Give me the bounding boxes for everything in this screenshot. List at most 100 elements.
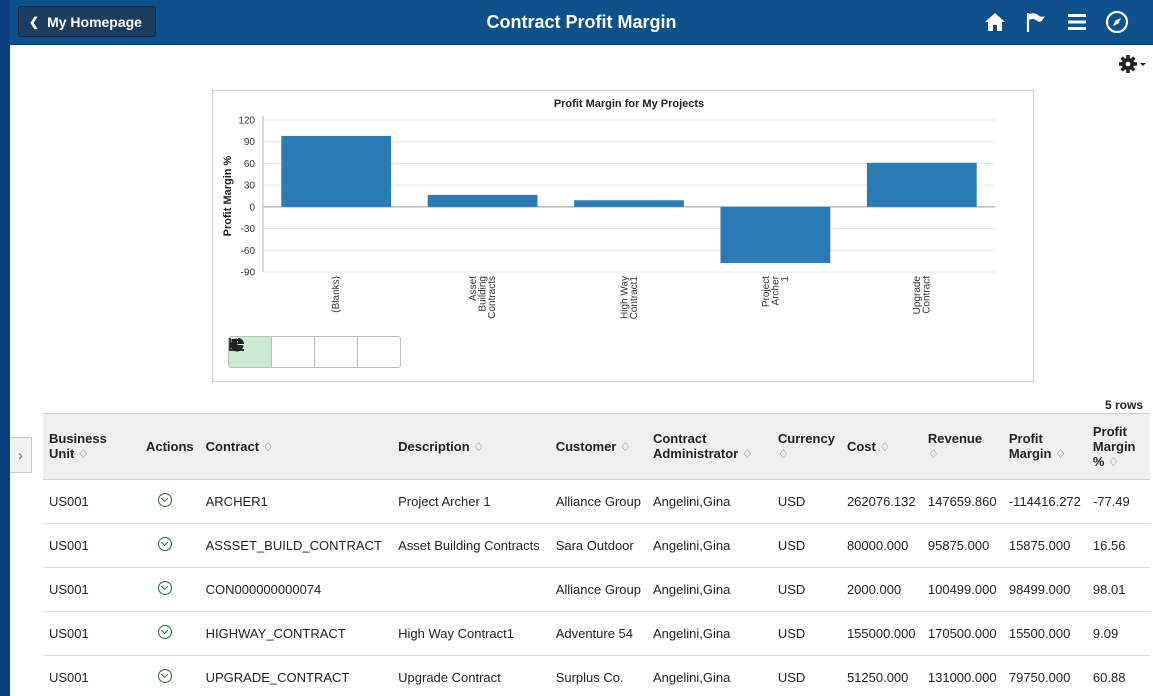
cell-contract[interactable]: CON000000000074 xyxy=(199,567,393,612)
cell-cost: 155000.000 xyxy=(840,611,922,656)
cell-profit-margin: 15875.000 xyxy=(1002,523,1087,568)
col-contract[interactable]: Contract ♢ xyxy=(199,413,393,480)
table-row: US001 ARCHER1 Project Archer 1 Alliance Gro… xyxy=(43,479,1150,524)
cell-profit-margin-pct: 60.88 xyxy=(1086,655,1150,696)
actions-chevron-icon[interactable] xyxy=(157,625,172,639)
x-tick-label: Contract1 xyxy=(629,276,640,320)
y-tick-label: 0 xyxy=(249,202,255,213)
cell-contract[interactable]: ASSSET_BUILD_CONTRACT xyxy=(199,523,393,568)
sort-icon: ♢ xyxy=(879,439,891,454)
col-business-unit[interactable]: Business Unit ♢ xyxy=(43,413,140,480)
pie-chart-icon[interactable] xyxy=(230,337,358,367)
cell-revenue: 100499.000 xyxy=(921,567,1003,612)
cell-contract-admin: Angelini,Gina xyxy=(646,655,772,696)
table-row: US001 UPGRADE_CONTRACT Upgrade Contract Sur… xyxy=(43,655,1150,696)
cell-contract[interactable]: UPGRADE_CONTRACT xyxy=(199,655,393,696)
cell-currency: USD xyxy=(771,655,841,696)
table-row: US001 CON000000000074 Alliance Group Angeli… xyxy=(43,567,1150,612)
sort-icon: ♢ xyxy=(620,439,631,454)
cell-cost: 262076.132 xyxy=(840,479,922,524)
cell-cost: 51250.000 xyxy=(840,655,922,696)
cell-business-unit: US001 xyxy=(43,567,140,612)
bar xyxy=(281,135,392,207)
y-tick-label: 60 xyxy=(244,159,256,170)
x-tick-label: Contract xyxy=(922,276,933,314)
cell-revenue: 95875.000 xyxy=(921,523,1003,568)
menu-icon[interactable] xyxy=(1064,9,1090,35)
my-homepage-button[interactable]: ❮ My Homepage xyxy=(18,6,156,37)
gear-icon[interactable] xyxy=(1118,54,1148,74)
cell-customer: Adventure 54 xyxy=(549,611,647,656)
cell-currency: USD xyxy=(771,523,841,568)
cell-business-unit: US001 xyxy=(43,523,140,568)
my-homepage-label: My Homepage xyxy=(47,13,142,30)
cell-profit-margin: 15500.000 xyxy=(1002,611,1087,656)
cell-currency: USD xyxy=(771,611,841,656)
table-row: US001 HIGHWAY_CONTRACT High Way Contract1 A… xyxy=(43,611,1150,656)
actions-chevron-icon[interactable] xyxy=(157,669,172,683)
sort-icon: ♢ xyxy=(777,447,789,461)
chart-type-switcher xyxy=(228,336,401,368)
cell-contract-admin: Angelini,Gina xyxy=(646,479,772,524)
sort-icon: ♢ xyxy=(262,439,274,454)
bar xyxy=(866,162,977,207)
cell-customer: Alliance Group xyxy=(549,479,647,524)
top-banner: ❮ My Homepage Contract Profit Margin xyxy=(10,0,1153,45)
cell-contract[interactable]: HIGHWAY_CONTRACT xyxy=(199,611,393,656)
sort-icon: ♢ xyxy=(77,447,89,461)
side-panel-toggle[interactable]: › xyxy=(10,437,32,473)
cell-profit-margin-pct: 9.09 xyxy=(1086,611,1150,656)
sort-icon: ♢ xyxy=(1055,447,1066,461)
table-header-row: Business Unit ♢ Actions Contract ♢ Descri… xyxy=(43,413,1150,480)
flag-icon[interactable] xyxy=(1023,9,1049,35)
cell-customer: Surplus Co. xyxy=(549,655,647,696)
cell-description: Asset Building Contracts xyxy=(392,523,550,568)
actions-chevron-icon[interactable] xyxy=(157,581,172,595)
col-customer[interactable]: Customer ♢ xyxy=(549,413,647,480)
cell-profit-margin: 79750.000 xyxy=(1002,655,1087,696)
line-chart-icon[interactable] xyxy=(229,337,315,367)
col-profit-margin[interactable]: Profit Margin ♢ xyxy=(1002,413,1087,480)
y-tick-label: 120 xyxy=(238,116,255,127)
col-cost[interactable]: Cost ♢ xyxy=(840,413,922,480)
row-actions-cell xyxy=(139,567,200,612)
cell-contract-admin: Angelini,Gina xyxy=(646,523,772,568)
cell-business-unit: US001 xyxy=(43,479,140,524)
chevron-right-icon: › xyxy=(18,447,23,463)
y-tick-label: -60 xyxy=(241,246,256,257)
col-revenue[interactable]: Revenue ♢ xyxy=(921,413,1003,480)
home-icon[interactable] xyxy=(982,9,1008,35)
contracts-table: Business Unit ♢ Actions Contract ♢ Descri… xyxy=(43,413,1150,696)
cell-contract[interactable]: ARCHER1 xyxy=(199,479,393,524)
cell-cost: 2000.000 xyxy=(840,567,922,612)
y-tick-label: 90 xyxy=(244,137,256,148)
compass-icon[interactable] xyxy=(1104,9,1130,35)
sort-icon: ♢ xyxy=(927,447,939,461)
cell-profit-margin: 98499.000 xyxy=(1002,567,1087,612)
col-contract-administrator[interactable]: Contract Administrator ♢ xyxy=(646,413,772,480)
actions-chevron-icon[interactable] xyxy=(157,537,172,551)
cell-currency: USD xyxy=(771,567,841,612)
row-actions-cell xyxy=(139,479,200,524)
cell-contract-admin: Angelini,Gina xyxy=(646,611,772,656)
cell-description: Project Archer 1 xyxy=(392,479,550,524)
cell-contract-admin: Angelini,Gina xyxy=(646,567,772,612)
cell-profit-margin: -114416.272 xyxy=(1002,479,1087,524)
col-profit-margin-pct[interactable]: Profit Margin% ♢ xyxy=(1086,413,1150,480)
col-currency[interactable]: Currency ♢ xyxy=(771,413,841,480)
cell-description xyxy=(392,567,550,612)
cell-cost: 80000.000 xyxy=(840,523,922,568)
row-actions-cell xyxy=(139,655,200,696)
row-actions-cell xyxy=(139,523,200,568)
cell-profit-margin-pct: -77.49 xyxy=(1086,479,1150,524)
row-count: 5 rows xyxy=(1105,398,1144,412)
cell-currency: USD xyxy=(771,479,841,524)
x-tick-label: (Blanks) xyxy=(331,276,342,313)
cell-revenue: 131000.000 xyxy=(921,655,1003,696)
horizontal-bar-chart-icon[interactable] xyxy=(229,337,400,367)
profit-margin-chart: Profit Margin for My Projects Profit Marg… xyxy=(212,90,1034,382)
sort-icon: ♢ xyxy=(741,447,753,461)
col-description[interactable]: Description ♢ xyxy=(392,413,550,480)
actions-chevron-icon[interactable] xyxy=(157,493,172,507)
cell-revenue: 147659.860 xyxy=(921,479,1003,524)
